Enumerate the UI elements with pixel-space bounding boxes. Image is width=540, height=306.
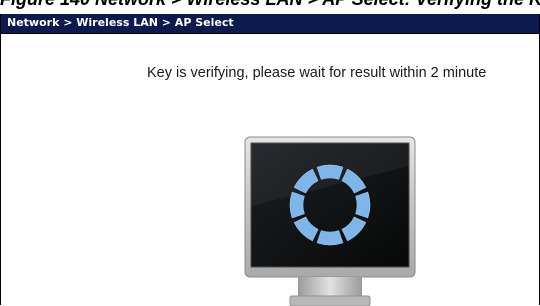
status-message: Key is verifying, please wait for result… [147,65,487,81]
figure-caption: Figure 140 Network > Wireless LAN > AP S… [0,0,540,14]
spinner-segment [355,191,371,219]
monitor-loading-icon [244,136,416,306]
breadcrumb: Network > Wireless LAN > AP Select [7,16,234,29]
spinner-segment [316,230,344,246]
spinner-segment [316,164,344,180]
title-bar: Network > Wireless LAN > AP Select [1,14,539,34]
spinner-segment [289,191,305,219]
figure-caption-text: Figure 140 Network > Wireless LAN > AP S… [0,0,540,10]
ap-select-panel: Network > Wireless LAN > AP Select Key i… [0,14,540,306]
